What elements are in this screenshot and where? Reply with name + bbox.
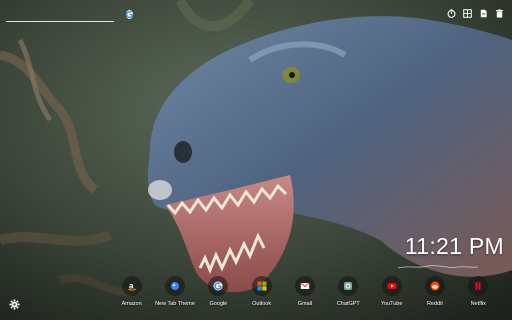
timer-icon[interactable] [447,9,456,18]
app-amazon[interactable]: a Amazon [110,276,153,314]
clock-time: 11:21 PM [404,233,504,259]
app-gmail[interactable]: Gmail [283,276,326,314]
trash-icon[interactable] [495,9,504,18]
top-toolbar [447,9,504,18]
settings-gear-icon[interactable] [9,299,20,310]
app-label: Reddit [427,301,443,307]
app-youtube[interactable]: YouTube [370,276,413,314]
outlook-icon [251,276,272,296]
artist-signature [398,265,478,269]
amazon-icon: a [121,276,142,296]
app-outlook[interactable]: Outlook [240,276,283,314]
youtube-icon [381,276,402,296]
app-label: Gmail [297,301,313,307]
app-reddit[interactable]: Reddit [413,276,456,314]
app-label: New Tab Theme [155,301,195,307]
app-label: Amazon [121,301,142,307]
app-label: Outlook [252,301,272,307]
app-netflix[interactable]: Netflix [457,276,500,314]
reddit-icon [424,276,445,296]
app-label: ChatGPT [336,301,360,307]
gmail-icon [294,276,315,296]
search-input[interactable] [8,8,126,20]
netflix-icon [468,276,489,296]
search-bar[interactable] [6,7,133,22]
dinosaur-wallpaper [0,0,512,320]
google-icon[interactable] [126,9,133,19]
new-tab-theme-icon [164,276,185,296]
google-icon [208,276,229,296]
app-google[interactable]: Google [197,276,240,314]
app-dock: a Amazon New Tab Theme Google Outlook Gm… [110,276,500,314]
file-icon[interactable] [479,9,488,18]
grid-icon[interactable] [463,9,472,18]
app-label: Google [209,301,228,307]
app-new-tab-theme[interactable]: New Tab Theme [153,276,196,314]
chatgpt-icon [338,276,359,296]
app-label: Netflix [470,301,486,307]
svg-text:a: a [129,282,134,291]
app-chatgpt[interactable]: ChatGPT [327,276,370,314]
app-label: YouTube [380,301,403,307]
